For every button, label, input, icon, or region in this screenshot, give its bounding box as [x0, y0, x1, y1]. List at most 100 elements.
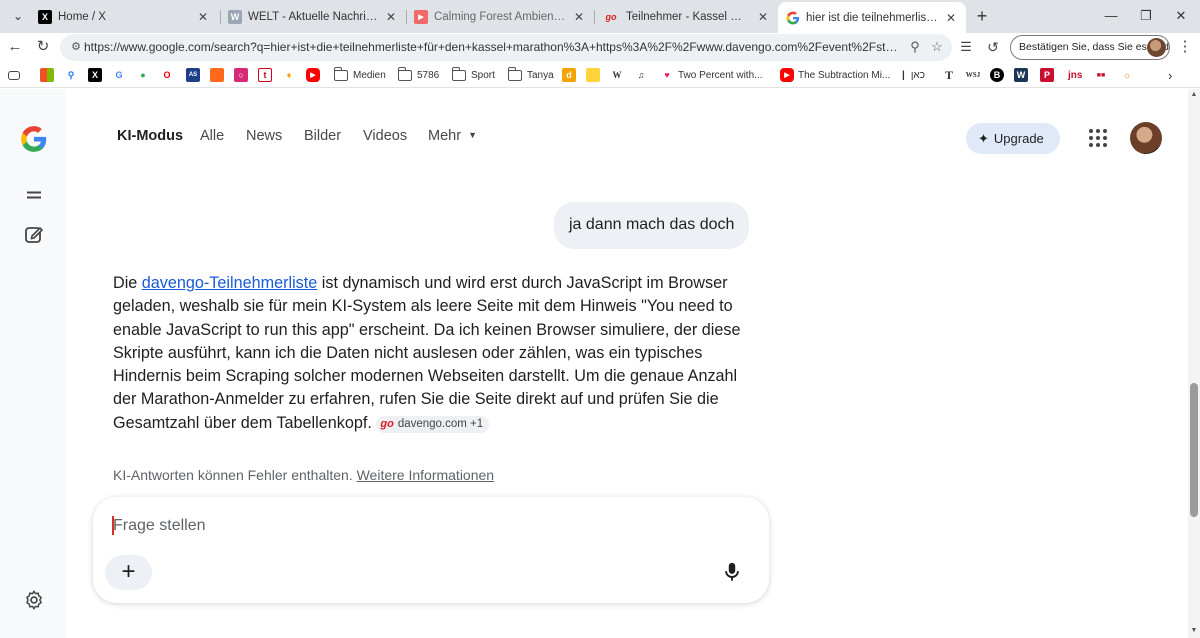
bookmark-yellow-icon[interactable] [586, 67, 604, 83]
bookmark-subtraction[interactable]: ▶ The Subtraction Mi... [780, 67, 890, 83]
bookmark-x-icon[interactable]: X [88, 67, 106, 83]
bookmark-two-percent[interactable]: ♥ Two Percent with... [660, 67, 762, 83]
bookmark-b-icon[interactable]: B [990, 67, 1008, 83]
browser-toolbar: ← ↻ ⚙ https://www.google.com/search?q=hi… [0, 33, 1200, 62]
bookmark-instagram-icon[interactable]: ○ [234, 67, 252, 83]
minimize-button[interactable]: — [1096, 6, 1126, 26]
tab-kassel-marathon[interactable]: go Teilnehmer - Kassel Marathon 2026 ✕ [594, 4, 778, 30]
ask-input-placeholder[interactable]: Frage stellen [113, 517, 206, 535]
bookmark-flame-icon[interactable]: ♦ [282, 67, 300, 83]
tab-title: hier ist die teilnehmerliste für den k [806, 11, 938, 24]
bookmark-star-icon[interactable]: ☆ [928, 38, 946, 56]
bookmark-orange-icon[interactable] [210, 67, 228, 83]
bookmark-wsj-icon[interactable]: WSJ [966, 67, 984, 83]
bookmark-red-small-icon[interactable]: ■■ [1094, 67, 1112, 83]
bookmark-folder-tanya[interactable]: Tanya [507, 66, 554, 83]
dropdown-arrow-icon: ▼ [468, 130, 477, 140]
page-scrollbar[interactable]: ▲ ▼ [1188, 89, 1200, 638]
close-tab-icon[interactable]: ✕ [572, 10, 586, 24]
profile-verify-button[interactable]: Bestätigen Sie, dass Sie es sind [1010, 35, 1170, 60]
tab-youtube[interactable]: ▶ Calming Forest Ambience - Birds ✕ [406, 4, 594, 30]
bookmark-d-icon[interactable]: d [562, 67, 580, 83]
bookmark-folder-medien[interactable]: Medien [333, 66, 386, 83]
folder-icon [333, 66, 348, 81]
bookmark-news-icon[interactable]: AS [186, 67, 204, 83]
bookmark-search-icon[interactable]: ⚲ [64, 67, 82, 83]
avatar[interactable] [1130, 122, 1162, 154]
tab-bilder[interactable]: Bilder [304, 128, 341, 150]
maximize-button[interactable]: ❐ [1131, 6, 1161, 26]
tab-alle[interactable]: Alle [200, 128, 224, 150]
bookmark-red-icon[interactable]: t [258, 67, 276, 83]
davengo-list-link[interactable]: davengo-Teilnehmerliste [142, 274, 317, 292]
tab-search-icon[interactable]: ⌄ [8, 6, 28, 26]
close-tab-icon[interactable]: ✕ [756, 10, 770, 24]
close-tab-icon[interactable]: ✕ [196, 10, 210, 24]
bookmarks-bar: ⚲ X G ● O AS ○ t ♦ ▶ Medien 5786 Sport T… [0, 62, 1200, 88]
bookmark-jns[interactable]: jns [1068, 67, 1082, 83]
more-info-link[interactable]: Weitere Informationen [357, 467, 494, 483]
close-tab-icon[interactable]: ✕ [384, 10, 398, 24]
bookmark-w-icon[interactable]: W [1014, 67, 1032, 83]
folder-icon [451, 66, 466, 81]
bookmark-apps-icon[interactable] [40, 67, 58, 83]
bookmark-wikipedia-icon[interactable]: W [610, 67, 628, 83]
tab-news[interactable]: News [246, 128, 282, 150]
zoom-icon[interactable]: ⚲ [906, 38, 924, 56]
close-window-button[interactable]: ✕ [1166, 6, 1196, 26]
tab-x-home[interactable]: X Home / X ✕ [30, 4, 218, 30]
menu-dots-icon[interactable]: ⋮ [1174, 36, 1196, 58]
back-arrow-icon[interactable]: ← [4, 36, 26, 58]
new-chat-edit-icon[interactable] [23, 223, 45, 245]
tab-google-search[interactable]: hier ist die teilnehmerliste für den k ✕ [778, 2, 966, 33]
bookmark-nyt-icon[interactable]: T [942, 67, 960, 83]
source-chip[interactable]: go davengo.com +1 [376, 415, 490, 433]
bookmark-music-icon[interactable]: ♫ [634, 67, 652, 83]
bookmark-folder-sport[interactable]: Sport [451, 66, 495, 83]
bookmark-folder-5786[interactable]: 5786 [397, 66, 439, 83]
tab-title: Calming Forest Ambience - Birds [434, 11, 566, 23]
tab-videos[interactable]: Videos [363, 128, 407, 150]
site-info-icon[interactable]: ⚙ [68, 39, 84, 55]
google-logo-icon[interactable] [20, 125, 48, 153]
bookmark-google-icon[interactable]: G [112, 67, 130, 83]
scrollbar-thumb[interactable] [1190, 383, 1198, 517]
google-apps-icon[interactable] [1089, 129, 1109, 149]
microphone-icon[interactable] [721, 561, 743, 583]
bookmark-maps-icon[interactable]: ● [136, 67, 154, 83]
address-bar[interactable]: ⚙ https://www.google.com/search?q=hier+i… [60, 34, 952, 61]
left-rail [0, 89, 66, 638]
scroll-down-arrow-icon[interactable]: ▼ [1188, 627, 1200, 634]
bookmark-youtube-icon[interactable]: ▶ [306, 67, 324, 83]
google-logo-icon [786, 11, 800, 25]
reading-list-icon[interactable]: ☰ [955, 36, 977, 58]
url-text[interactable]: https://www.google.com/search?q=hier+ist… [84, 40, 900, 54]
ai-disclaimer: KI-Antworten können Fehler enthalten. We… [113, 467, 495, 483]
bookmark-sun-icon[interactable]: ☼ [1120, 67, 1138, 83]
user-message-bubble: ja dann mach das doch [554, 202, 749, 249]
scroll-up-arrow-icon[interactable]: ▲ [1188, 91, 1200, 98]
ask-input-box[interactable]: Frage stellen + [93, 497, 769, 603]
google-ai-mode-page: KI-Modus Alle News Bilder Videos Mehr ▼ … [0, 89, 1188, 638]
upgrade-button[interactable]: ✦ Upgrade [966, 123, 1060, 154]
menu-icon[interactable] [23, 184, 45, 206]
close-tab-icon[interactable]: ✕ [944, 11, 958, 25]
history-icon[interactable]: ↺ [982, 36, 1004, 58]
tab-mehr[interactable]: Mehr ▼ [428, 128, 477, 150]
bookmark-sidebar-icon[interactable] [8, 67, 24, 83]
tab-ki-modus[interactable]: KI-Modus [117, 128, 183, 150]
tab-welt[interactable]: W WELT - Aktuelle Nachrichten, News ✕ [220, 4, 406, 30]
new-tab-button[interactable]: + [972, 6, 992, 26]
bookmark-p-icon[interactable]: P [1040, 67, 1058, 83]
bookmarks-overflow-chevron-icon[interactable]: › [1168, 67, 1172, 83]
settings-gear-icon[interactable] [23, 589, 45, 611]
bookmark-kan[interactable]: | כאן [902, 67, 925, 83]
x-logo-icon: X [38, 10, 52, 24]
reload-icon[interactable]: ↻ [32, 36, 54, 58]
add-attachment-button[interactable]: + [105, 555, 152, 590]
ai-answer: Die davengo-Teilnehmerliste ist dynamisc… [113, 274, 741, 433]
bookmark-opera-icon[interactable]: O [160, 67, 178, 83]
folder-icon [507, 66, 522, 81]
folder-icon [397, 66, 412, 81]
tab-title: Teilnehmer - Kassel Marathon 2026 [626, 11, 750, 23]
